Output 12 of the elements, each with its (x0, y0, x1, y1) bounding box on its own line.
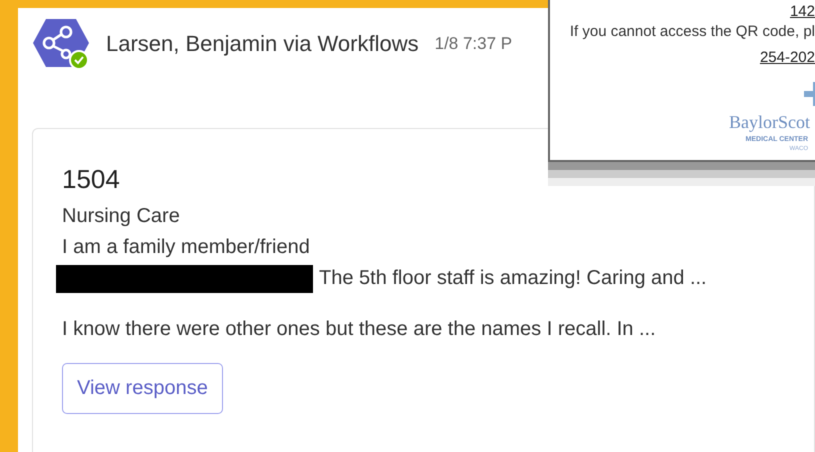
logo-name: BaylorScot (729, 112, 810, 133)
timestamp: 1/8 7:37 P (434, 34, 512, 54)
card-title: 1504 (62, 163, 121, 195)
code-link[interactable]: 142 (790, 3, 815, 20)
comment-text: The 5th floor staff is amazing! Caring and ... (319, 266, 707, 291)
view-response-button[interactable]: View response (62, 363, 223, 414)
instruction-text: If you cannot access the QR code, pl (570, 23, 815, 40)
relationship-text: I am a family member/friend (62, 235, 311, 260)
sender-name: Larsen, Benjamin via Workflows (106, 31, 419, 57)
detail-text: I know there were other ones but these are the names I recall. In ... (62, 317, 657, 342)
phone-link[interactable]: 254-202 (760, 49, 815, 66)
category-text: Nursing Care (62, 204, 181, 229)
